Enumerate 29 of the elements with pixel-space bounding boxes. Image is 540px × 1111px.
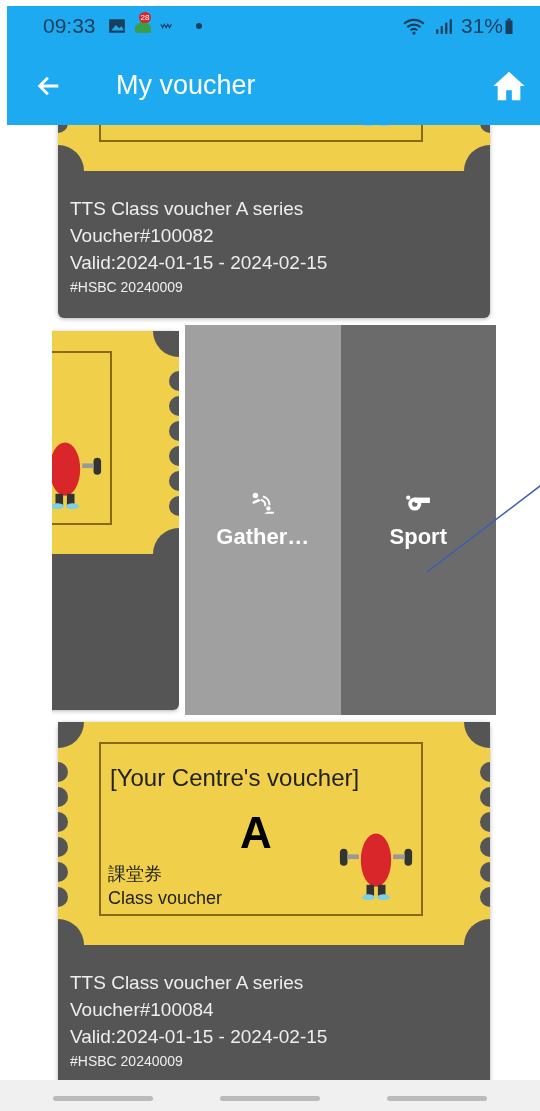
reference-code: #HSBC 20240009 [70, 1052, 184, 1071]
voucher-heading: [Your Centre's voucher] [110, 764, 360, 792]
wifi-icon [402, 17, 427, 35]
cell-signal-icon [434, 17, 453, 35]
voucher-card[interactable]: TTS Class voucher A series Voucher#100082 Valid:2024-01-15 - 2024-02-15 #HSBC 20240009 [58, 125, 490, 318]
gallery-icon [107, 17, 126, 35]
voucher-number: Voucher#100084 [70, 998, 215, 1022]
voucher-type-chinese: 課堂券 [108, 863, 162, 886]
page-title: My voucher [116, 70, 256, 101]
dot-icon [195, 23, 202, 29]
voucher-grade: A [240, 808, 272, 858]
notification-badge: 28 [138, 12, 152, 23]
voucher-card[interactable]: [Your Centre's voucher] A 課堂券 Class voucher TTS Class voucher A series Voucher#100084 Valid:2024-01-15 - 2024-02-15 #HSBC 20240009 [58, 722, 490, 1080]
reference-code: #HSBC 20240009 [70, 278, 184, 297]
nav-handle[interactable] [220, 1096, 320, 1101]
voucher-type: Class voucher [108, 888, 223, 909]
validity-period: Valid:2024-01-15 - 2024-02-15 [70, 1025, 329, 1049]
status-time: 09:33 [43, 14, 96, 38]
voucher-number: Voucher#100082 [70, 224, 215, 248]
gathering-icon [249, 490, 276, 516]
nav-handle[interactable] [386, 1096, 487, 1101]
battery-percentage: 31% [460, 14, 503, 38]
voucher-title: TTS Class voucher A series [70, 197, 305, 221]
notification-icon [159, 21, 174, 31]
sport-action-button[interactable]: Sport [340, 325, 496, 715]
validity-period: Valid:2024-01-15 - 2024-02-15 [70, 251, 329, 275]
battery-icon [505, 17, 513, 35]
voucher-title: TTS Class voucher A series [70, 971, 305, 995]
nav-handle[interactable] [53, 1096, 154, 1101]
